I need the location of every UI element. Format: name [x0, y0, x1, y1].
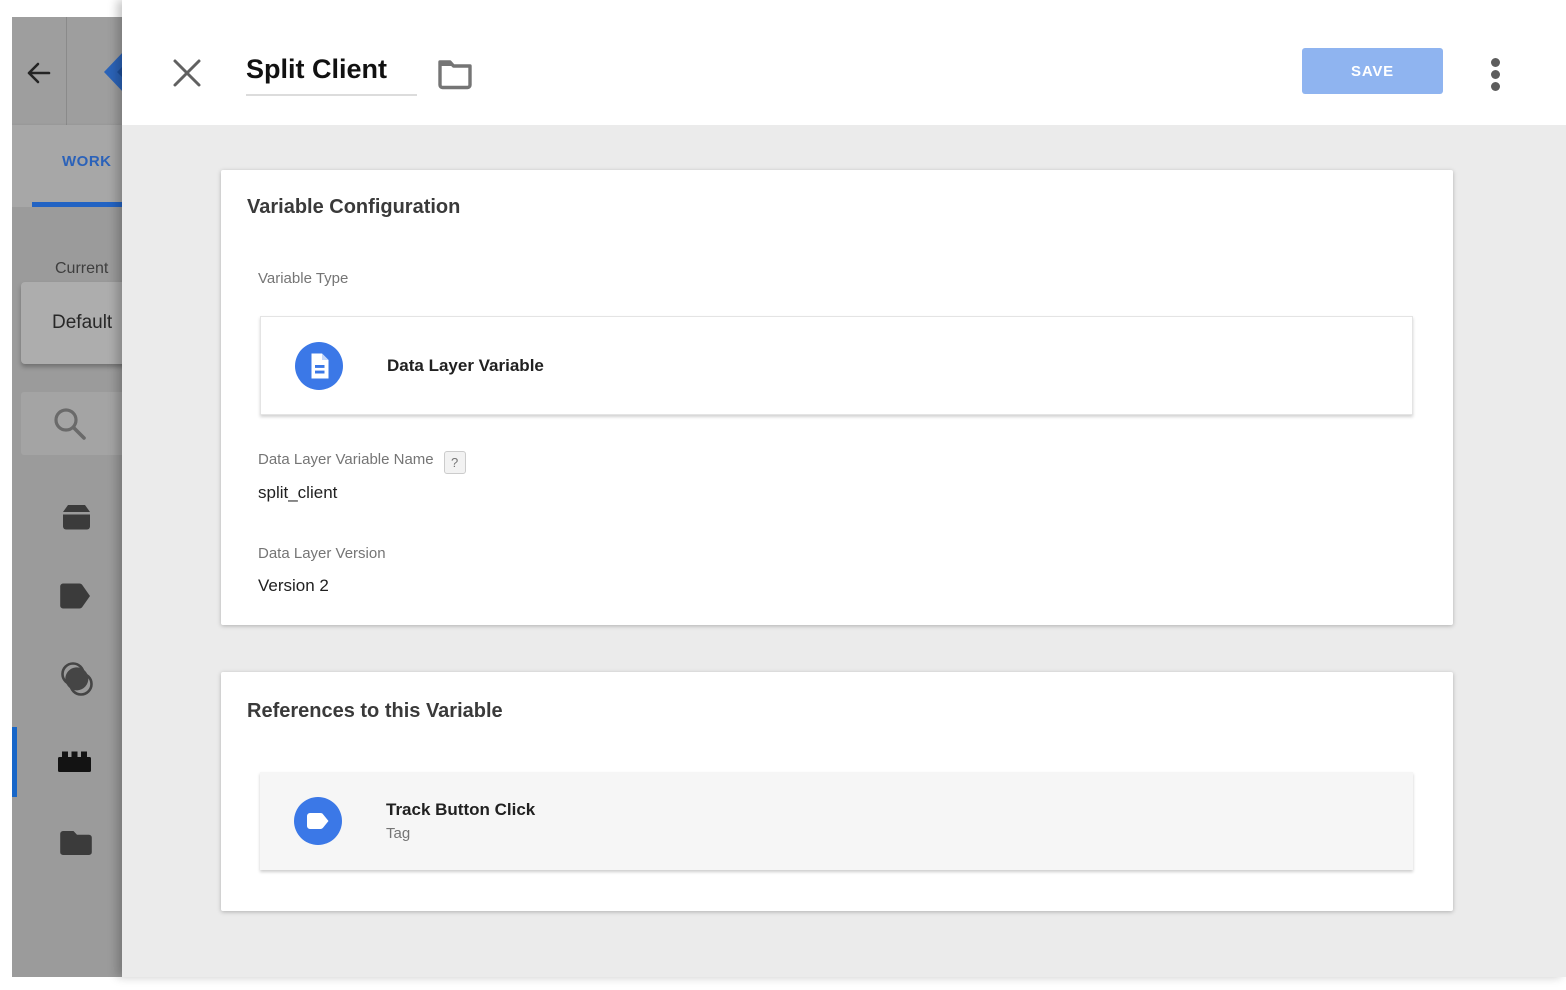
overview-icon — [60, 504, 93, 530]
gtm-logo-icon — [92, 47, 122, 97]
folders-icon — [60, 829, 92, 856]
variables-icon — [57, 749, 92, 773]
back-arrow-icon — [25, 60, 51, 86]
search-icon — [51, 405, 89, 443]
save-button[interactable]: SAVE — [1302, 48, 1443, 94]
close-icon[interactable] — [170, 56, 204, 90]
data-layer-version-value: Version 2 — [258, 576, 329, 596]
variable-name-text: Split Client — [246, 54, 417, 85]
tag-icon — [294, 797, 342, 845]
reference-kind: Tag — [386, 825, 535, 842]
data-layer-variable-icon — [295, 342, 343, 390]
variable-editor-overlay: Split Client SAVE Variable Configuration… — [122, 0, 1566, 977]
reference-name: Track Button Click — [386, 800, 535, 820]
variable-type-name: Data Layer Variable — [387, 356, 544, 376]
variable-configuration-card: Variable Configuration Variable Type Dat… — [221, 170, 1453, 625]
data-layer-variable-name-value: split_client — [258, 483, 337, 503]
data-layer-version-label: Data Layer Version — [258, 545, 386, 562]
current-workspace-caption: Current — [55, 260, 108, 278]
folder-icon[interactable] — [436, 58, 474, 90]
help-icon[interactable]: ? — [444, 451, 466, 474]
workspace-selector: Default — [21, 282, 122, 364]
references-card: References to this Variable Track Button… — [221, 672, 1453, 911]
background-top-bar — [12, 17, 122, 125]
variable-type-row[interactable]: Data Layer Variable — [260, 316, 1413, 415]
reference-row[interactable]: Track Button Click Tag — [260, 772, 1413, 870]
data-layer-variable-name-label: Data Layer Variable Name? — [258, 451, 466, 474]
tab-workspace: WORK — [62, 153, 112, 170]
workspace-name: Default — [52, 282, 112, 364]
tags-icon — [60, 582, 91, 610]
editor-body: Variable Configuration Variable Type Dat… — [122, 125, 1566, 977]
config-card-heading: Variable Configuration — [247, 196, 460, 219]
dimmed-background-page: WORK Current Default — [12, 17, 122, 977]
active-nav-indicator — [12, 727, 17, 797]
editor-header: Split Client SAVE — [122, 17, 1566, 125]
references-card-heading: References to this Variable — [247, 700, 503, 723]
gtm-variable-editor-screen: WORK Current Default — [0, 0, 1566, 990]
more-options-icon[interactable] — [1491, 58, 1501, 108]
variable-name-field[interactable]: Split Client — [246, 54, 417, 96]
background-sidebar: Current Default — [12, 207, 122, 977]
background-tab-bar: WORK — [12, 125, 122, 207]
header-divider — [66, 17, 67, 125]
variable-type-label: Variable Type — [258, 270, 348, 287]
search-box — [21, 392, 122, 455]
triggers-icon — [61, 661, 93, 697]
